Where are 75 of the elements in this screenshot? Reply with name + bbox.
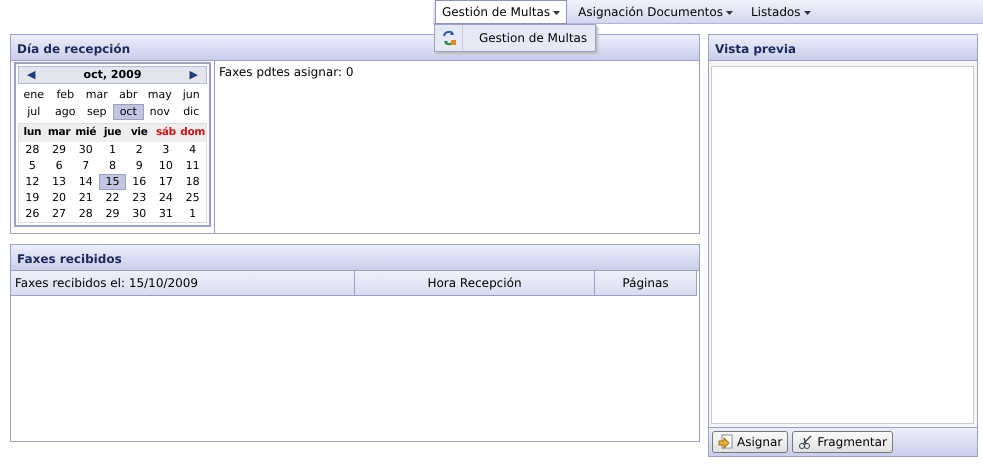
weekday-header: lun	[19, 124, 46, 142]
weekday-header: dom	[179, 124, 206, 142]
month-option[interactable]: oct	[112, 104, 144, 120]
weekday-header: mar	[46, 124, 72, 142]
day-cell[interactable]: 18	[179, 174, 206, 190]
day-cell[interactable]: 1	[179, 206, 206, 222]
weekday-header: sáb	[152, 124, 180, 142]
day-cell[interactable]: 30	[126, 206, 153, 222]
calendar-title: oct, 2009	[84, 66, 142, 83]
column-header[interactable]: Faxes recibidos el: 15/10/2009	[11, 271, 355, 296]
day-cell[interactable]: 9	[126, 158, 153, 174]
previous-button[interactable]: ◀	[27, 66, 36, 84]
panel-title: Faxes recibidos	[11, 245, 699, 271]
month-option[interactable]: ene	[18, 87, 50, 103]
menu-item[interactable]: Gestión de Multas	[435, 0, 568, 24]
menu-item[interactable]: Asignación Documentos	[571, 0, 740, 24]
month-option[interactable]: sep	[81, 104, 112, 120]
split-button[interactable]: Fragmentar	[792, 431, 893, 453]
scissors-icon	[798, 434, 814, 450]
day-cell[interactable]: 5	[19, 158, 46, 174]
day-cell[interactable]: 2	[126, 142, 153, 158]
caret-icon	[726, 11, 733, 16]
day-cell[interactable]: 23	[126, 190, 153, 206]
day-cell[interactable]: 28	[19, 142, 46, 158]
day-cell[interactable]: 29	[99, 206, 126, 222]
month-option[interactable]: abr	[112, 87, 144, 103]
next-button[interactable]: ▶	[190, 66, 198, 84]
panel-title: Vista previa	[709, 35, 977, 61]
day-cell[interactable]: 26	[19, 206, 46, 222]
day-cell[interactable]: 29	[46, 142, 72, 158]
month-option[interactable]: may	[144, 87, 176, 103]
day-cell[interactable]: 24	[152, 190, 180, 206]
month-option[interactable]: mar	[81, 87, 112, 103]
day-cell[interactable]: 13	[46, 174, 72, 190]
day-cell[interactable]: 20	[46, 190, 72, 206]
column-header[interactable]: Hora Recepción	[355, 271, 595, 296]
column-header[interactable]: Páginas	[595, 271, 697, 296]
day-cell[interactable]: 16	[126, 174, 153, 190]
day-cell[interactable]: 21	[72, 190, 100, 206]
month-option[interactable]: jul	[18, 104, 50, 120]
month-option[interactable]: ago	[50, 104, 81, 120]
day-cell[interactable]: 1	[99, 142, 126, 158]
pending-count: Faxes pdtes asignar: 0	[219, 65, 354, 79]
day-cell[interactable]: 31	[152, 206, 180, 222]
day-cell[interactable]: 3	[152, 142, 180, 158]
day-cell[interactable]: 25	[179, 190, 206, 206]
day-cell[interactable]: 22	[99, 190, 126, 206]
day-cell[interactable]: 17	[152, 174, 180, 190]
day-cell[interactable]: 15	[99, 174, 126, 190]
day-cell[interactable]: 6	[46, 158, 72, 174]
caret-icon	[804, 11, 811, 16]
day-cell[interactable]: 10	[152, 158, 180, 174]
day-cell[interactable]: 28	[72, 206, 100, 222]
document-arrow-icon	[718, 434, 734, 450]
day-cell[interactable]: 12	[19, 174, 46, 190]
month-option[interactable]: dic	[176, 104, 207, 120]
day-cell[interactable]: 8	[99, 158, 126, 174]
weekday-header: mié	[72, 124, 100, 142]
weekday-header: jue	[99, 124, 126, 142]
day-cell[interactable]: 27	[46, 206, 72, 222]
day-cell[interactable]: 11	[179, 158, 206, 174]
menu-item[interactable]: Listados	[744, 0, 818, 24]
day-cell[interactable]: 19	[19, 190, 46, 206]
day-cell[interactable]: 4	[179, 142, 206, 158]
weekday-header: vie	[126, 124, 153, 142]
caret-icon	[553, 11, 560, 16]
month-option[interactable]: jun	[176, 87, 207, 103]
day-cell[interactable]: 14	[72, 174, 100, 190]
refresh-icon	[440, 30, 456, 46]
day-cell[interactable]: 7	[72, 158, 100, 174]
month-option[interactable]: nov	[144, 104, 176, 120]
month-option[interactable]: feb	[50, 87, 81, 103]
day-cell[interactable]: 30	[72, 142, 100, 158]
assign-button[interactable]: Asignar	[712, 431, 788, 453]
dropdown-item[interactable]: Gestion de Multas	[434, 24, 596, 52]
